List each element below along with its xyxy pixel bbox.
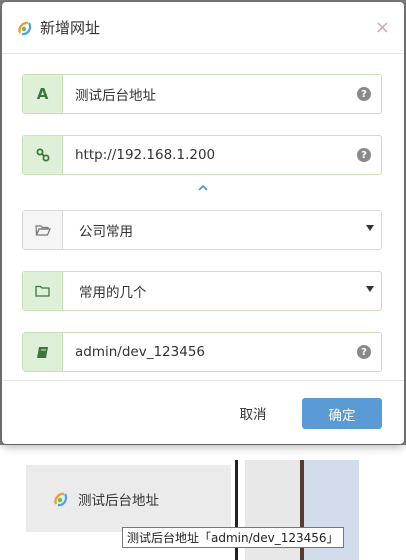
- app-logo-icon: [54, 492, 68, 506]
- folder-open-icon: [34, 224, 51, 236]
- app-logo-icon: [18, 21, 32, 35]
- book-icon-box: [23, 333, 63, 371]
- bookmark-tile[interactable]: 测试后台地址: [26, 465, 231, 532]
- help-icon[interactable]: ?: [357, 148, 371, 162]
- close-icon[interactable]: ×: [375, 18, 390, 37]
- bookmark-tooltip: 测试后台地址「admin/dev_123456」: [122, 527, 344, 548]
- url-field[interactable]: http://192.168.1.200 ?: [22, 135, 382, 175]
- url-input[interactable]: http://192.168.1.200: [63, 136, 381, 174]
- subcategory-select[interactable]: 常用的几个: [22, 271, 382, 311]
- name-field[interactable]: A 测试后台地址 ?: [22, 74, 382, 114]
- folder-icon: [35, 285, 50, 297]
- chevron-up-icon[interactable]: [197, 182, 209, 192]
- dialog-body-lower: 公司常用 常用的几个 admin/dev_123456 ?: [2, 196, 404, 372]
- name-input[interactable]: 测试后台地址: [63, 75, 381, 113]
- folder-open-icon-box: [23, 211, 63, 249]
- text-icon: A: [23, 75, 63, 113]
- dialog-title: 新增网址: [40, 19, 101, 37]
- link-icon: [36, 148, 49, 162]
- dialog-body: A 测试后台地址 ? http://192.168.1.200 ?: [2, 54, 404, 175]
- category-select[interactable]: 公司常用: [22, 210, 382, 250]
- account-field[interactable]: admin/dev_123456 ?: [22, 332, 382, 372]
- folder-icon-box: [23, 272, 63, 310]
- category-value: 公司常用: [79, 224, 133, 240]
- dropdown-caret-icon: [366, 286, 374, 292]
- confirm-button[interactable]: 确定: [302, 398, 382, 429]
- help-icon[interactable]: ?: [357, 345, 371, 359]
- book-icon: [36, 346, 48, 358]
- bookmark-label: 测试后台地址: [78, 492, 159, 509]
- dialog-footer: 取消 确定: [2, 380, 404, 444]
- link-icon-box: [23, 136, 63, 174]
- dropdown-caret-icon: [366, 225, 374, 231]
- add-url-dialog: 新增网址 × A 测试后台地址 ? http://192.168.1.200 ?: [2, 2, 404, 444]
- help-icon[interactable]: ?: [357, 87, 371, 101]
- account-input[interactable]: admin/dev_123456: [63, 333, 381, 371]
- subcategory-value: 常用的几个: [79, 285, 147, 301]
- cancel-button[interactable]: 取消: [220, 398, 286, 428]
- dialog-header: 新增网址 ×: [2, 2, 404, 54]
